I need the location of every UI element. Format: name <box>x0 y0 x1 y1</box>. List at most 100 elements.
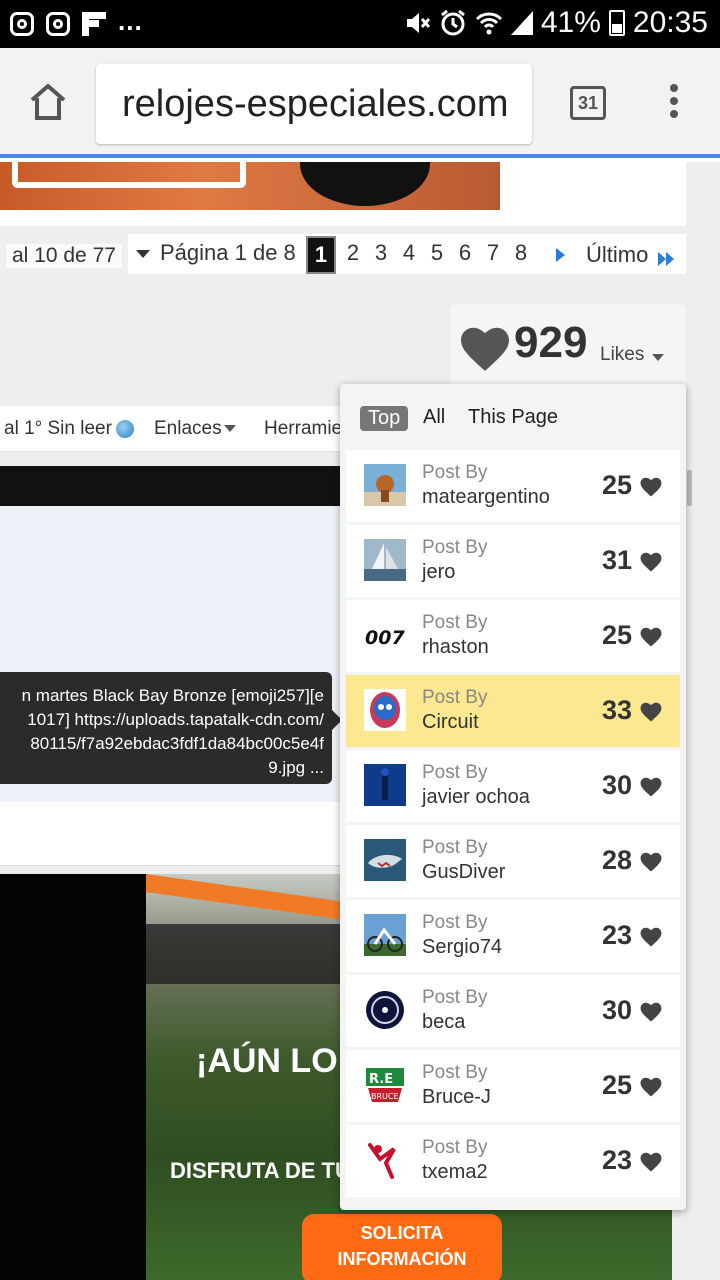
ad-subtitle: DISFRUTA DE TU <box>170 1158 351 1183</box>
heart-icon <box>640 1152 662 1172</box>
like-count: 30 <box>602 995 633 1025</box>
ad-dark-panel <box>0 874 146 1280</box>
home-icon[interactable] <box>24 78 72 126</box>
like-count: 23 <box>602 1145 633 1175</box>
browser-menu-icon[interactable] <box>664 84 684 124</box>
tab-this-page[interactable]: This Page <box>468 406 558 429</box>
post-by-label: Post By <box>422 987 488 1008</box>
last-page-link[interactable]: Último <box>586 242 648 268</box>
heart-icon <box>640 702 662 722</box>
username-link[interactable]: jero <box>422 561 455 584</box>
tooltip-line: 80115/f7a92ebdac3fdf1da84bc00c5e4f <box>30 734 324 753</box>
wifi-icon <box>475 12 502 35</box>
page-link[interactable]: 5 <box>426 236 448 274</box>
scrollbar[interactable] <box>687 470 692 506</box>
username-link[interactable]: Sergio74 <box>422 936 502 959</box>
like-row[interactable]: Post By Circuit 33 <box>346 675 680 747</box>
avatar[interactable]: R.E BRUCE <box>364 1064 406 1106</box>
last-page-icon[interactable] <box>658 248 674 272</box>
like-count: 25 <box>602 470 633 500</box>
ad-cta-button[interactable]: SOLICITA INFORMACIÓN <box>302 1214 502 1280</box>
pagination-next-group: Último <box>538 234 686 274</box>
avatar[interactable] <box>364 1139 406 1181</box>
svg-text:BRUCE: BRUCE <box>371 1092 399 1101</box>
avatar[interactable] <box>364 914 406 956</box>
tab-top[interactable]: Top <box>360 406 409 431</box>
post-by-label: Post By <box>422 687 488 708</box>
likes-dropdown: Top All This Page Post By mateargentino 25… <box>340 384 686 1210</box>
like-count: 25 <box>602 1070 633 1100</box>
heart-icon <box>640 627 662 647</box>
page-link[interactable]: 2 <box>342 236 364 274</box>
tab-all[interactable]: All <box>423 406 445 429</box>
forum-nav: al 1° Sin leer Enlaces Herramie <box>0 406 360 452</box>
tab-switcher-button[interactable]: 31 <box>570 86 606 120</box>
page-link[interactable]: 4 <box>398 236 420 274</box>
likes-count: 929 <box>514 318 588 367</box>
pagination-range: al 10 de 77 <box>6 244 122 268</box>
page-link[interactable]: 3 <box>370 236 392 274</box>
username-link[interactable]: txema2 <box>422 1161 488 1184</box>
heart-icon <box>461 327 509 371</box>
page-link-current[interactable]: 1 <box>306 236 336 274</box>
like-row[interactable]: Post By jero 31 <box>346 525 680 597</box>
nav-links-menu[interactable]: Enlaces <box>154 418 236 440</box>
avatar[interactable] <box>364 764 406 806</box>
avatar[interactable] <box>364 839 406 881</box>
url-bar[interactable]: relojes-especiales.com <box>96 64 532 144</box>
like-count: 25 <box>602 620 633 650</box>
browser-toolbar: relojes-especiales.com 31 <box>0 48 720 158</box>
ad-cta-line: INFORMACIÓN <box>337 1249 467 1269</box>
like-row[interactable]: Post By Sergio74 23 <box>346 900 680 972</box>
username-link[interactable]: javier ochoa <box>422 786 530 809</box>
post-by-label: Post By <box>422 1137 488 1158</box>
page-link[interactable]: 8 <box>510 236 532 274</box>
site-logo <box>300 162 430 206</box>
like-count: 30 <box>602 770 633 800</box>
heart-icon <box>640 777 662 797</box>
username-link[interactable]: mateargentino <box>422 486 550 509</box>
svg-text:R.E: R.E <box>369 1072 393 1087</box>
globe-icon <box>115 419 134 438</box>
likes-button[interactable]: 929 Likes <box>450 304 686 392</box>
site-banner[interactable] <box>0 162 500 210</box>
username-link[interactable]: rhaston <box>422 636 489 659</box>
avatar[interactable] <box>364 689 406 731</box>
like-row[interactable]: Post By beca 30 <box>346 975 680 1047</box>
username-link[interactable]: GusDiver <box>422 861 505 884</box>
alarm-icon <box>440 9 465 36</box>
like-row[interactable]: Post By txema2 23 <box>346 1125 680 1197</box>
post-by-label: Post By <box>422 912 488 933</box>
avatar[interactable] <box>364 539 406 581</box>
like-row[interactable]: Post By GusDiver 28 <box>346 825 680 897</box>
heart-icon <box>640 1077 662 1097</box>
like-row[interactable]: Post By mateargentino 25 <box>346 450 680 522</box>
nav-links-label: Enlaces <box>154 418 222 439</box>
heart-icon <box>640 852 662 872</box>
page-link[interactable]: 6 <box>454 236 476 274</box>
username-link[interactable]: Circuit <box>422 711 479 734</box>
like-row[interactable]: 007 Post By rhaston 25 <box>346 600 680 672</box>
avatar[interactable]: 007 <box>364 614 406 656</box>
avatar[interactable] <box>364 464 406 506</box>
like-count: 28 <box>602 845 633 875</box>
nav-unread-link[interactable]: al 1° Sin leer <box>4 418 134 440</box>
username-link[interactable]: beca <box>422 1011 465 1034</box>
thread-row[interactable] <box>0 802 350 866</box>
page-jump-label[interactable]: Página 1 de 8 <box>160 240 296 266</box>
post-preview-tooltip: n martes Black Bay Bronze [emoji257][e 1… <box>0 672 342 784</box>
next-page-icon[interactable] <box>556 248 565 262</box>
chevron-down-icon <box>223 425 236 433</box>
username-link[interactable]: Bruce-J <box>422 1086 491 1109</box>
page-link[interactable]: 7 <box>482 236 504 274</box>
pagination: al 10 de 77 Página 1 de 8 1 2 3 4 5 6 7 … <box>0 234 686 274</box>
avatar[interactable] <box>364 989 406 1031</box>
like-row[interactable]: R.E BRUCE Post By Bruce-J 25 <box>346 1050 680 1122</box>
status-bar: ... 41% 20:35 <box>0 0 720 48</box>
nav-tools-menu[interactable]: Herramie <box>264 418 342 440</box>
instagram-icon <box>10 11 34 36</box>
heart-icon <box>640 552 662 572</box>
like-row[interactable]: Post By javier ochoa 30 <box>346 750 680 822</box>
page-jump-caret-icon[interactable] <box>136 250 150 258</box>
post-by-label: Post By <box>422 462 488 483</box>
